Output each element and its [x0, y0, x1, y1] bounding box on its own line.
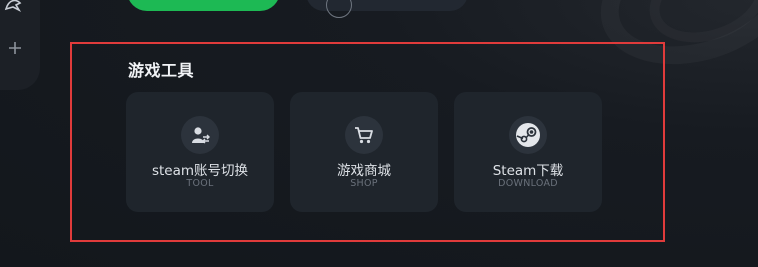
- start-game-button[interactable]: [127, 0, 280, 11]
- tool-card-title: 游戏商城: [337, 163, 391, 179]
- secondary-action-button[interactable]: [306, 0, 468, 18]
- section-title: 游戏工具: [128, 61, 195, 80]
- tool-card-account-switch[interactable]: steam账号切换 TOOL: [126, 92, 274, 212]
- tool-card-title: steam账号切换: [151, 163, 249, 179]
- circle-icon: [326, 0, 352, 18]
- tool-card-shop[interactable]: 游戏商城 SHOP: [290, 92, 438, 212]
- account-switch-icon: [181, 116, 219, 154]
- tool-card-steam-download[interactable]: Steam下载 DOWNLOAD: [454, 92, 602, 212]
- shopping-cart-icon: [345, 116, 383, 154]
- tool-card-subtitle: DOWNLOAD: [498, 178, 558, 189]
- steam-logo-icon: [509, 116, 547, 154]
- tool-card-subtitle: TOOL: [186, 178, 214, 189]
- app-logo-icon[interactable]: [0, 0, 26, 16]
- tool-card-title: Steam下载: [492, 163, 564, 179]
- tool-card-subtitle: SHOP: [350, 178, 378, 189]
- game-tools-panel: 游戏工具 steam账号切换 TOOL 游戏商城 SHOP Steam下载 DO…: [0, 0, 758, 267]
